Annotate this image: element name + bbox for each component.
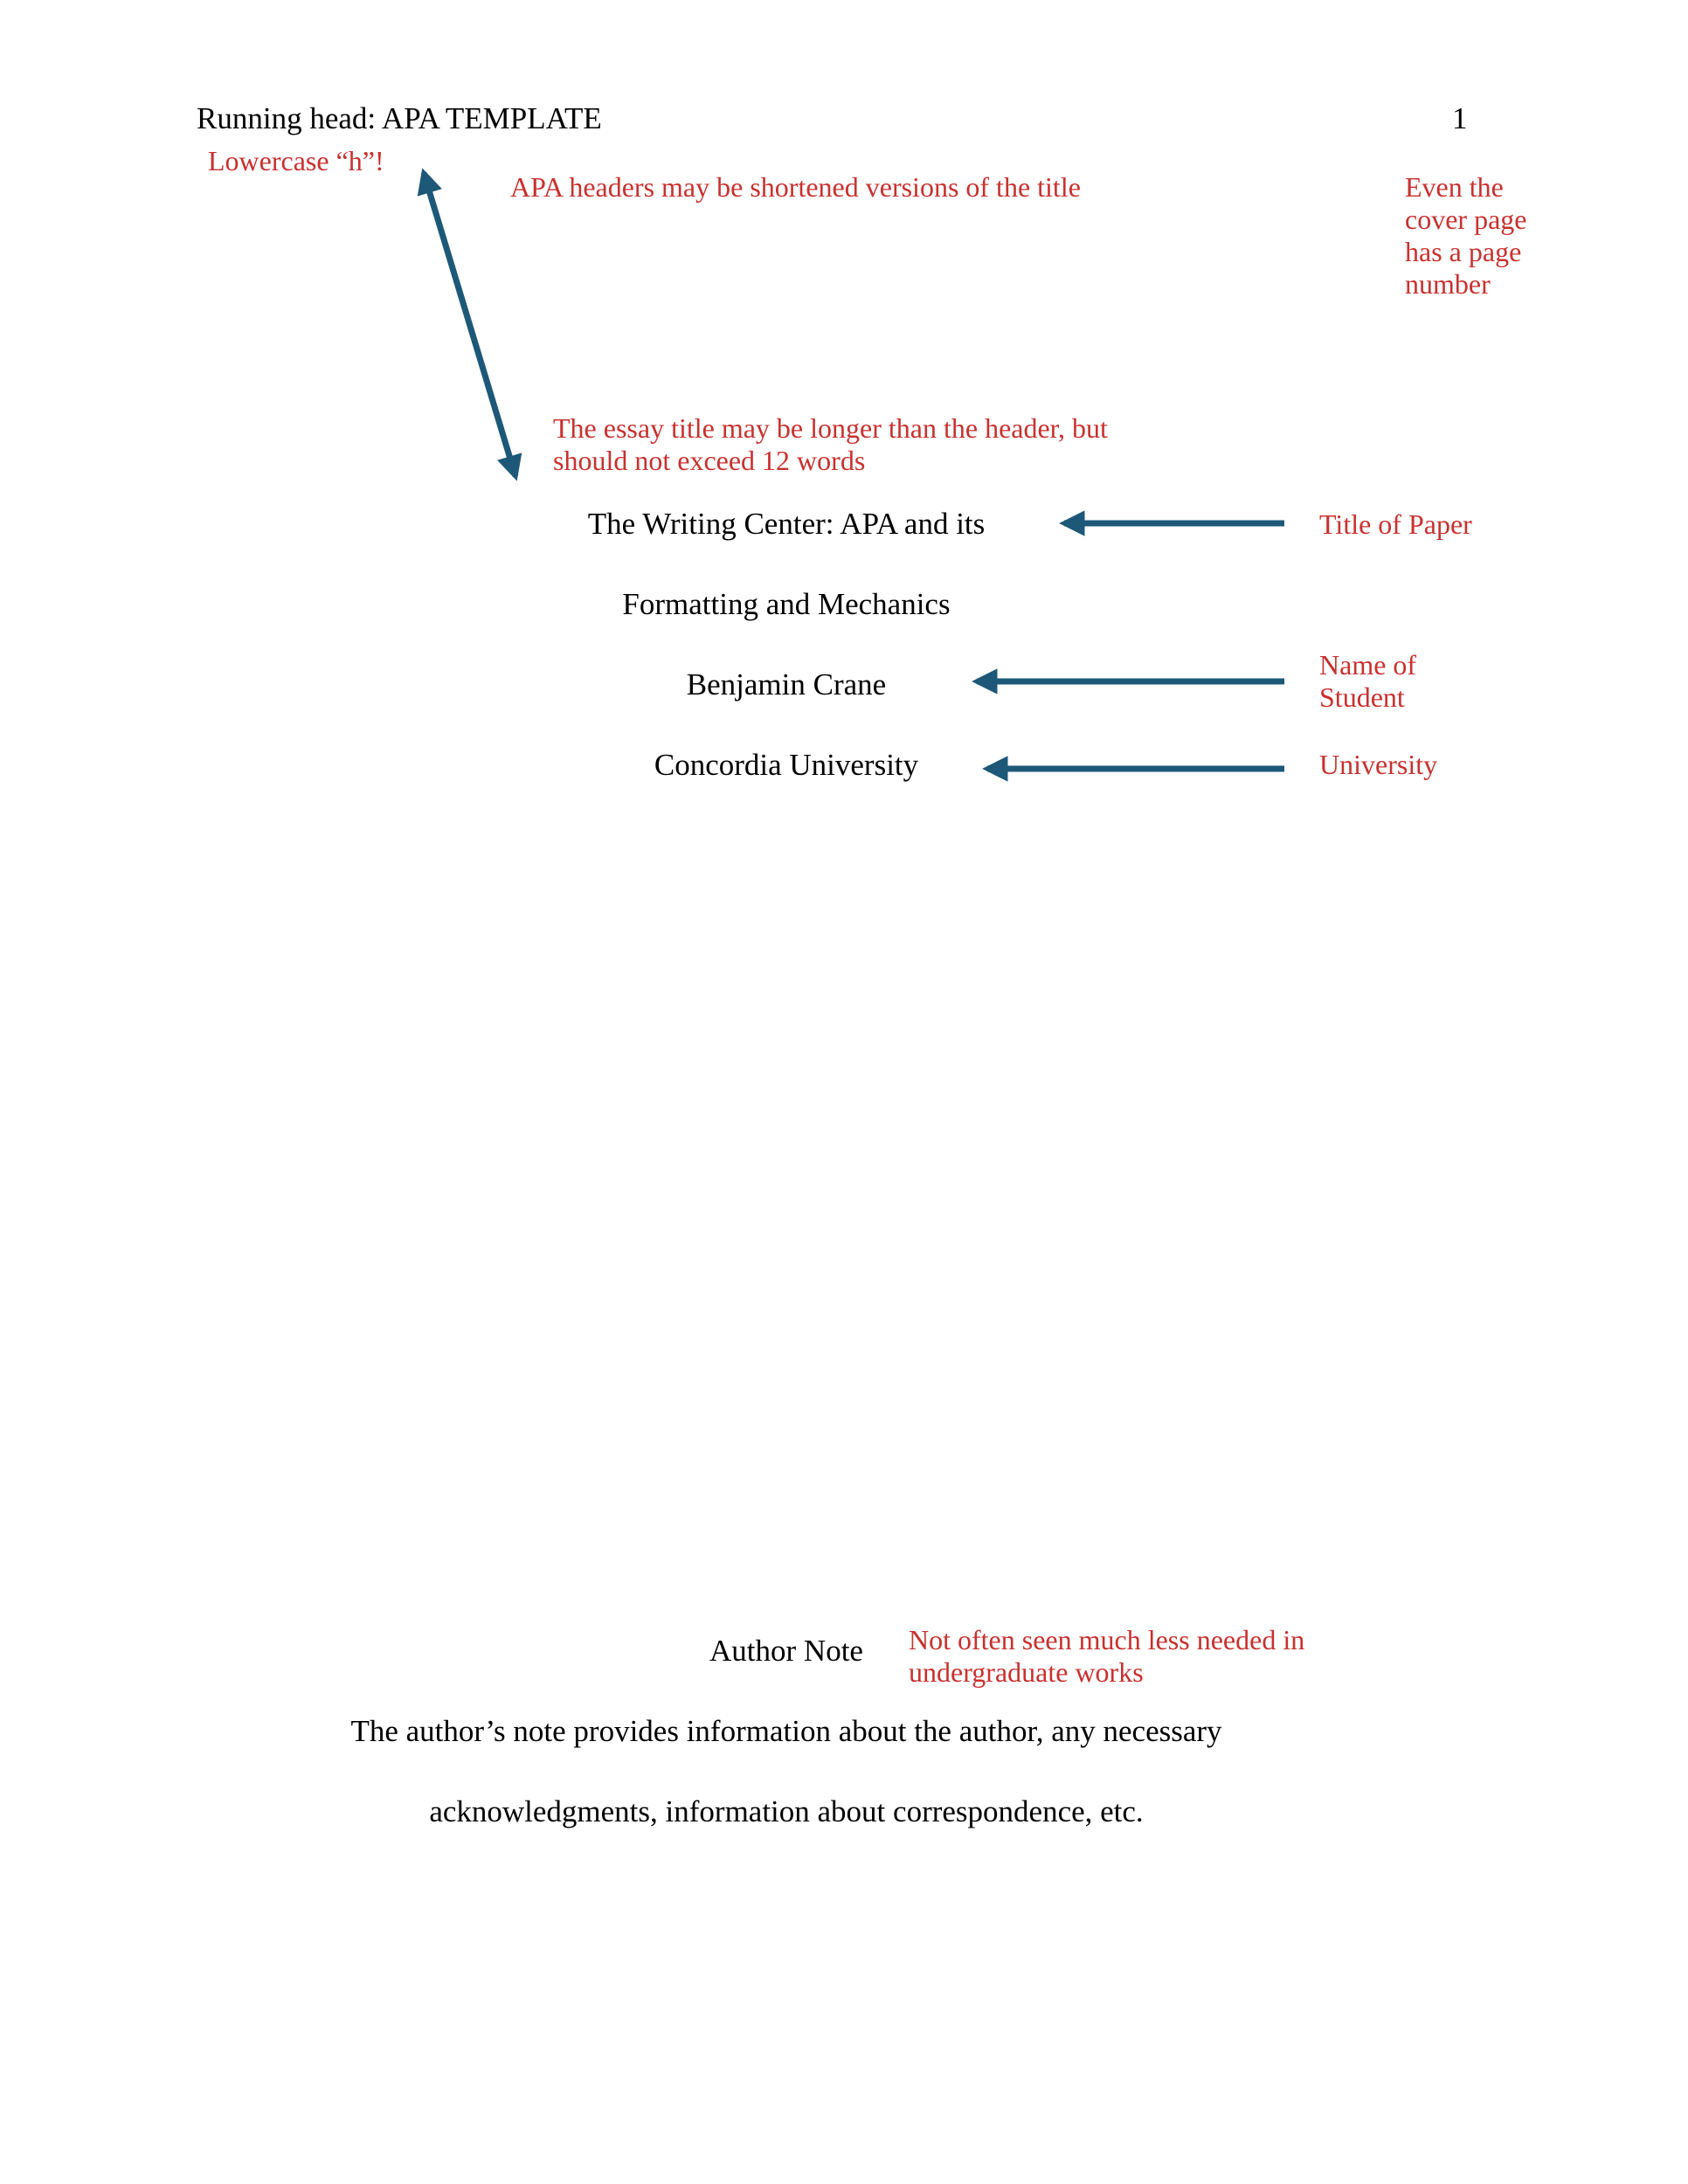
annotation-headers-shortened: APA headers may be shortened versions of… xyxy=(510,171,1081,203)
annotation-arrows xyxy=(417,168,1284,782)
annotation-name-of-student: Name of Student xyxy=(1319,649,1416,714)
annotation-author-note-hint: Not often seen much less needed in under… xyxy=(909,1624,1304,1689)
author-note-heading: Author Note xyxy=(709,1634,863,1668)
annotation-line: Name of xyxy=(1319,649,1417,681)
double-arrow-header-to-title xyxy=(417,168,522,481)
page-number: 1 xyxy=(1452,101,1468,135)
annotation-title-of-paper: Title of Paper xyxy=(1319,508,1472,540)
running-head: Running head: APA TEMPLATE xyxy=(197,101,602,135)
author-note-body-line-2: acknowledgments, information about corre… xyxy=(429,1794,1144,1828)
annotation-line: has a page xyxy=(1405,236,1522,267)
author-name: Benjamin Crane xyxy=(686,667,887,702)
annotation-line: should not exceed 12 words xyxy=(553,445,866,476)
institution-name: Concordia University xyxy=(654,748,919,782)
title-line-1: The Writing Center: APA and its xyxy=(587,507,986,541)
annotation-line: cover page xyxy=(1405,204,1527,235)
annotation-line: Not often seen much less needed in xyxy=(909,1624,1305,1655)
annotation-line: The essay title may be longer than the h… xyxy=(553,412,1108,444)
title-line-2: Formatting and Mechanics xyxy=(622,587,951,621)
annotation-cover-page-number: Even the cover page has a page number xyxy=(1405,171,1526,301)
annotation-lowercase-h: Lowercase “h”! xyxy=(208,145,384,176)
annotation-line: Student xyxy=(1319,681,1405,713)
annotation-university: University xyxy=(1319,749,1438,780)
author-note-body-line-1: The author’s note provides information a… xyxy=(350,1714,1222,1748)
annotation-line: Even the xyxy=(1405,171,1504,203)
annotation-line: undergraduate works xyxy=(909,1656,1144,1688)
annotation-line: number xyxy=(1405,268,1491,300)
annotation-title-length: The essay title may be longer than the h… xyxy=(553,412,1108,477)
